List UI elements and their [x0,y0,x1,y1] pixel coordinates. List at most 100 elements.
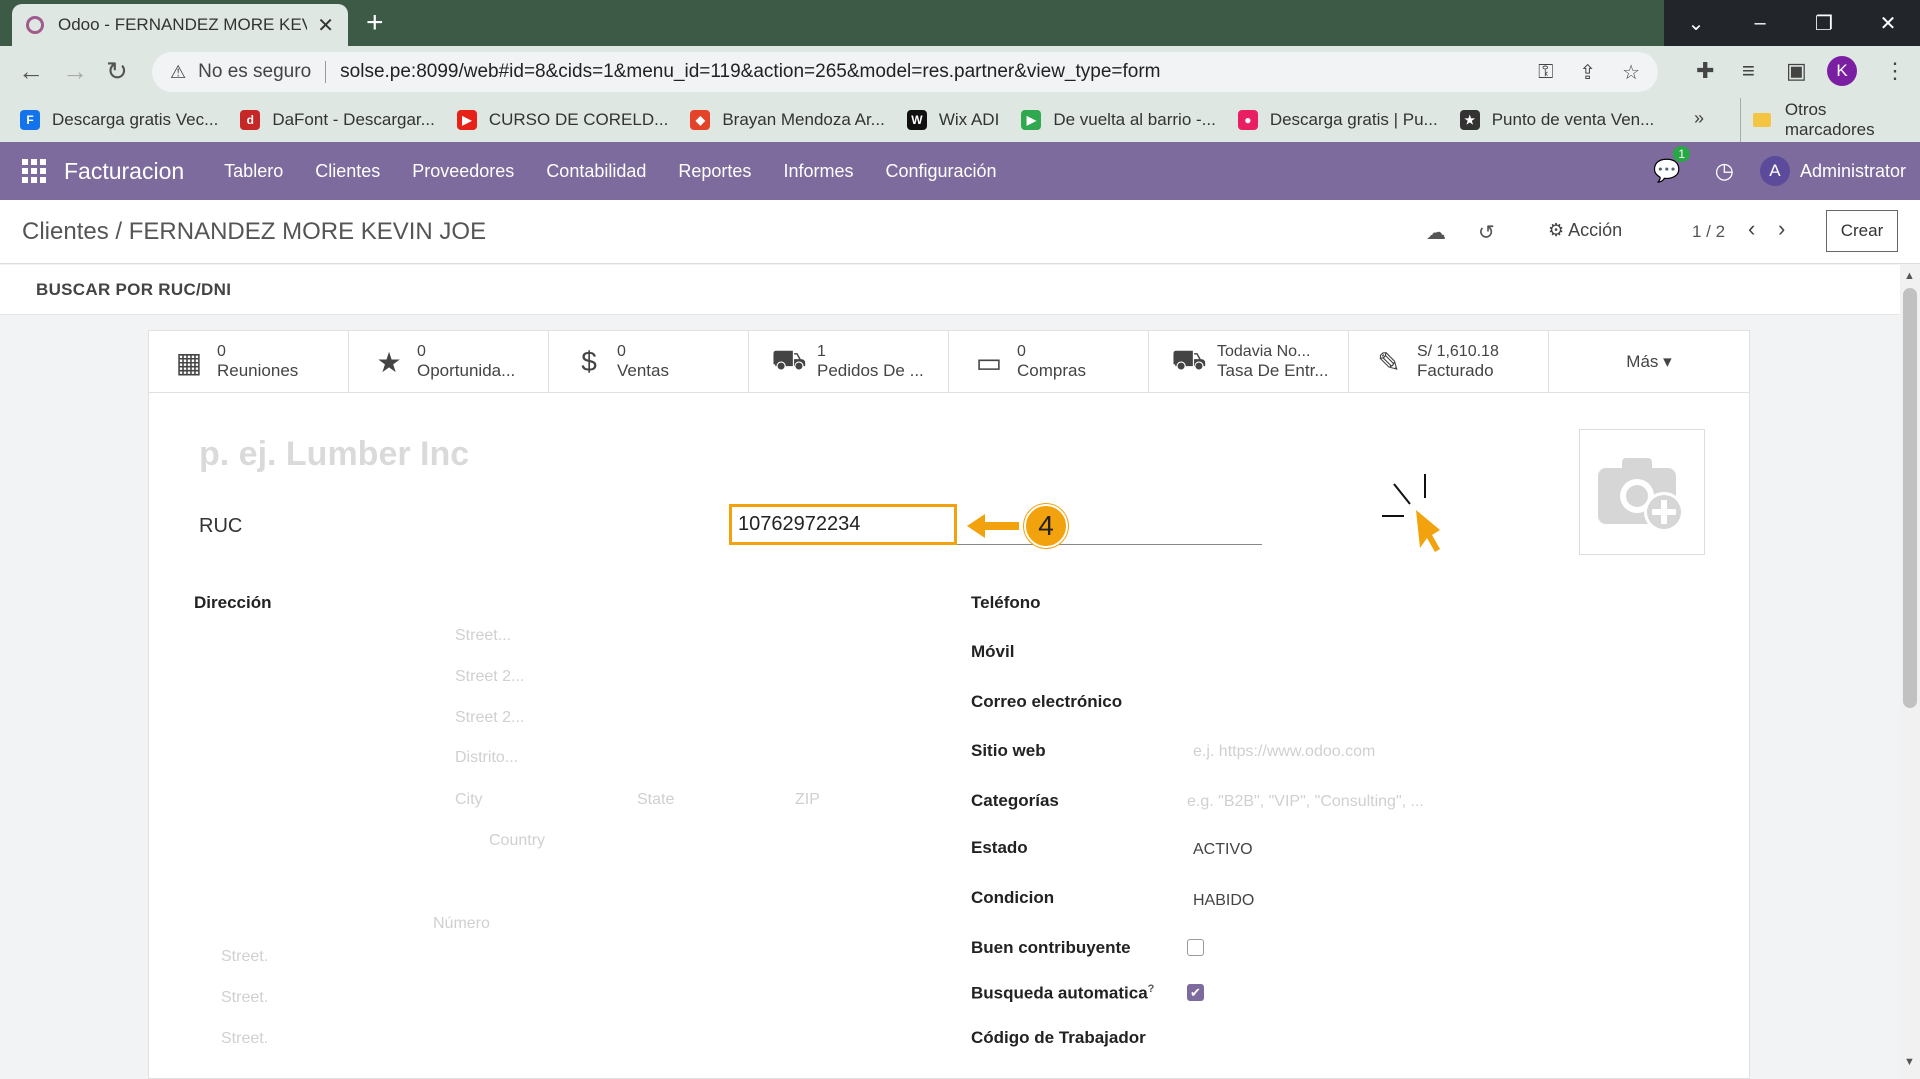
bookmark-item[interactable]: ★ Punto de venta Ven... [1459,110,1654,130]
clock-icon[interactable]: ◷ [1715,158,1734,184]
menu-clientes[interactable]: Clientes [315,161,380,182]
district-input[interactable]: Distrito... [455,749,518,767]
warning-icon[interactable]: ⚠ [170,62,186,83]
smart-button-delivery-rate[interactable]: ⛟ Todavia No... Tasa De Entr... [1149,331,1349,393]
smart-button-invoiced[interactable]: ✎ S/ 1,610.18 Facturado [1349,331,1549,393]
app-name[interactable]: Facturacion [64,158,184,185]
url-text[interactable]: solse.pe:8099/web#id=8&cids=1&menu_id=11… [340,61,1512,83]
drop-icon: ● [1237,110,1258,130]
condicion-value[interactable]: HABIDO [1193,892,1254,910]
breadcrumb-clientes[interactable]: Clientes [22,218,109,245]
categories-input[interactable]: e.g. "B2B", "VIP", "Consulting", ... [1187,793,1424,811]
smart-button-opportunities[interactable]: ★ 0 Oportunida... [349,331,549,393]
close-tab-icon[interactable]: ✕ [317,13,334,38]
help-tooltip-icon[interactable]: ? [1148,983,1155,995]
discard-undo-icon[interactable]: ↺ [1478,220,1495,245]
bookmark-item[interactable]: d DaFont - Descargar... [240,110,435,130]
country-input[interactable]: Country [489,832,545,850]
search-ruc-button[interactable]: BUSCAR POR RUC/DNI [36,280,231,300]
partner-name-input[interactable]: p. ej. Lumber Inc [199,435,469,474]
user-name[interactable]: Administrator [1800,161,1906,182]
more-button[interactable]: Más ▾ [1549,331,1749,392]
bag-icon: ⛟ [771,344,807,375]
bookmark-item[interactable]: ▶ CURSO DE CORELD... [456,110,668,130]
minimize-button[interactable]: – [1728,0,1792,46]
buen-contribuyente-checkbox[interactable] [1187,939,1204,956]
scrollbar-thumb[interactable] [1903,288,1917,708]
street2b-input[interactable]: Street 2... [455,709,524,727]
bookmark-item[interactable]: W Wix ADI [906,110,999,130]
smart-button-purchases[interactable]: ▭ 0 Compras [949,331,1149,393]
restore-button[interactable]: ❐ [1792,0,1856,46]
bookmark-item[interactable]: ● Descarga gratis | Pu... [1237,110,1438,130]
youtube-icon: ▶ [456,110,477,130]
menu-reportes[interactable]: Reportes [678,161,751,182]
truck-icon: ⛟ [1171,344,1207,375]
share-icon[interactable]: ⇪ [1579,60,1596,85]
number-input[interactable]: Número [433,915,490,933]
play-icon: ▶ [1021,110,1042,130]
chat-icon[interactable]: 💬 1 [1653,146,1691,184]
profile-avatar[interactable]: K [1827,56,1857,86]
city-input[interactable]: City [455,791,483,809]
scroll-down-icon[interactable]: ▼ [1904,1056,1915,1068]
pager-previous-icon[interactable]: ‹ [1748,216,1755,242]
ruc-input[interactable] [729,504,957,545]
user-avatar[interactable]: A [1759,156,1790,186]
menu-informes[interactable]: Informes [783,161,853,182]
street2-input[interactable]: Street 2... [455,668,524,686]
address-label: Dirección [194,593,272,612]
wix-icon: W [906,110,927,130]
bookmark-item[interactable]: F Descarga gratis Vec... [20,110,218,130]
street-extra-input[interactable]: Street. [221,1030,268,1048]
street-extra-input[interactable]: Street. [221,948,268,966]
gitlab-icon: ◆ [690,110,711,130]
scroll-up-icon[interactable]: ▲ [1904,270,1915,282]
forward-arrow-icon[interactable]: → [62,56,88,87]
key-icon[interactable]: ⚿ [1538,61,1553,84]
security-label[interactable]: No es seguro [198,61,327,83]
street-extra-input[interactable]: Street. [221,989,268,1007]
reload-icon[interactable]: ↻ [106,56,128,87]
bookmark-star-icon[interactable]: ☆ [1622,60,1640,85]
pager-value[interactable]: 1 / 2 [1692,222,1725,242]
odoo-navbar: Facturacion Tablero Clientes Proveedores… [0,142,1920,200]
tab-search-button[interactable]: ⌄ [1664,0,1728,46]
street-input[interactable]: Street... [455,627,511,645]
star-badge-icon: ★ [1459,110,1480,130]
zip-input[interactable]: ZIP [795,791,820,809]
kebab-menu-icon[interactable]: ⋮ [1884,58,1906,84]
create-button[interactable]: Crear [1826,210,1898,252]
menu-proveedores[interactable]: Proveedores [412,161,514,182]
action-menu-button[interactable]: ⚙ Acción [1548,220,1622,241]
menu-configuracion[interactable]: Configuración [885,161,996,182]
busqueda-automatica-checkbox[interactable]: ✔ [1187,984,1204,1001]
back-arrow-icon[interactable]: ← [18,56,44,87]
side-panel-icon[interactable]: ▣ [1786,58,1807,84]
website-input[interactable]: e.j. https://www.odoo.com [1193,743,1375,761]
extensions-puzzle-icon[interactable]: ✚ [1696,58,1714,84]
cloud-upload-icon[interactable]: ☁ [1426,220,1446,245]
other-bookmarks[interactable]: Otros marcadores [1740,98,1920,142]
menu-tablero[interactable]: Tablero [224,161,283,182]
bookmarks-overflow-icon[interactable]: » [1694,108,1704,129]
smart-button-meetings[interactable]: ▦ 0 Reuniones [149,331,349,393]
browser-tab[interactable]: Odoo - FERNANDEZ MORE KEVIN JOE ✕ [12,4,348,46]
reading-list-icon[interactable]: ≡ [1742,58,1755,84]
estado-value[interactable]: ACTIVO [1193,841,1253,859]
bookmark-item[interactable]: ▶ De vuelta al barrio -... [1021,110,1216,130]
codigo-trabajador-label: Código de Trabajador [971,1028,1146,1047]
mouse-cursor-icon [1382,474,1440,552]
close-window-button[interactable]: ✕ [1856,0,1920,46]
smart-button-orders[interactable]: ⛟ 1 Pedidos De ... [749,331,949,393]
state-input[interactable]: State [637,791,674,809]
partner-image-upload[interactable] [1579,429,1705,555]
condicion-label: Condicion [971,888,1055,907]
new-tab-button[interactable]: + [366,6,384,40]
smart-button-sales[interactable]: $ 0 Ventas [549,331,749,393]
bookmark-item[interactable]: ◆ Brayan Mendoza Ar... [690,110,885,130]
pager-next-icon[interactable]: › [1778,216,1785,242]
address-bar[interactable]: ⚠ No es seguro solse.pe:8099/web#id=8&ci… [152,52,1658,92]
menu-contabilidad[interactable]: Contabilidad [546,161,646,182]
apps-grid-icon[interactable] [22,159,46,183]
